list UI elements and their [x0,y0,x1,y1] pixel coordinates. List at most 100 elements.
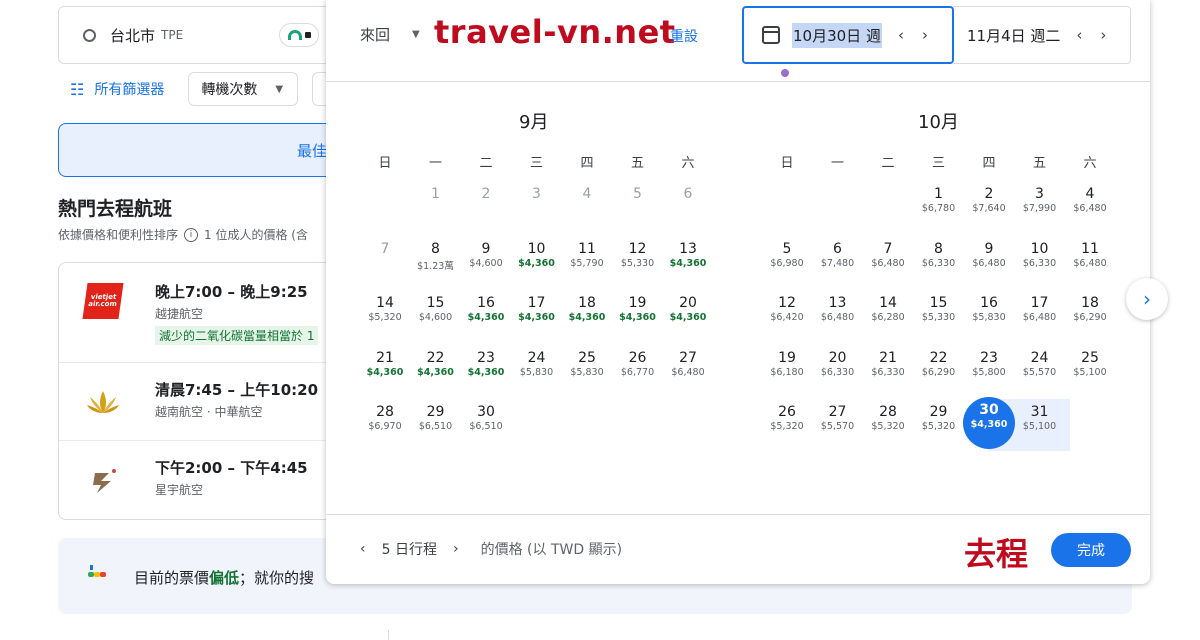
calendar-day[interactable]: 27 $6,480 [663,345,713,397]
tab-best[interactable]: 最佳 [58,123,348,177]
calendar-day[interactable]: 26 $6,770 [613,345,663,397]
calendar-day[interactable]: 22 $4,360 [411,345,461,397]
calendar-day[interactable]: 2 $7,640 [964,181,1014,233]
calendar-day[interactable]: 20 $6,330 [813,345,863,397]
calendar-day[interactable]: 6 $7,480 [813,236,863,288]
origin-field[interactable]: 台北市 TPE [58,6,358,64]
flight-airline: 星宇航空 [155,483,204,497]
calendar-day[interactable]: 18 $6,290 [1065,290,1115,342]
depart-date-text[interactable]: 10月30日 週 [792,22,882,48]
calendar-day[interactable]: 15 $5,330 [914,290,964,342]
calendar-day[interactable]: 20 $4,360 [663,290,713,342]
flight-row[interactable]: 下午2:00 – 下午4:45 星宇航空 [59,441,347,519]
weekday-label: 五 [630,156,644,171]
calendar-day[interactable]: 16 $5,830 [964,290,1014,342]
return-date-text[interactable]: 11月4日 週二 [967,25,1060,46]
calendar-day[interactable]: 17 $4,360 [512,290,562,342]
depart-date-field[interactable]: 10月30日 週 ‹ › [742,6,954,64]
extension-badge[interactable] [279,23,319,47]
calendar-day[interactable]: 19 $6,180 [762,345,812,397]
chevron-right-icon[interactable]: › [922,26,928,44]
calendar-day[interactable]: 14 $6,280 [863,290,913,342]
calendar-day[interactable]: 13 $6,480 [813,290,863,342]
calendar-day[interactable]: 27 $5,570 [813,399,863,451]
calendar-day[interactable]: 23 $4,360 [461,345,511,397]
flight-row[interactable]: 清晨7:45 – 上午10:20 越南航空 · 中華航空 [59,363,347,441]
trip-type-dropdown[interactable]: 來回 ▼ [360,24,420,45]
calendar-day[interactable]: 8 $1.23萬 [411,236,461,288]
price-insight-prefix: 目前的票價 [134,569,210,587]
price-insight-low: 偏低 [209,569,240,587]
day-number: 18 [1081,295,1099,312]
next-month-button[interactable]: › [1126,278,1168,320]
calendar-day[interactable]: 11 $6,480 [1065,236,1115,288]
calendar-day[interactable]: 16 $4,360 [461,290,511,342]
calendar-day[interactable]: 4 $6,480 [1065,181,1115,233]
calendar-day[interactable]: 21 $6,330 [863,345,913,397]
day-number: 31 [1030,404,1049,421]
calendar-day[interactable]: 14 $5,320 [360,290,410,342]
calendar-day[interactable]: 3 $7,990 [1015,181,1065,233]
calendar-day[interactable]: 28 $5,320 [863,399,913,451]
calendar-day[interactable]: 31 $5,100 [1015,399,1065,451]
calendar-day[interactable]: 12 $5,330 [613,236,663,288]
tune-icon[interactable]: ☷ [70,80,84,99]
done-button[interactable]: 完成 [1051,533,1131,567]
day-price: $5,330 [620,257,655,269]
day-number: 26 [628,349,647,366]
day-number: 29 [426,404,445,421]
calendar-day[interactable]: 13 $4,360 [663,236,713,288]
chevron-right-icon[interactable]: › [453,541,459,557]
all-filters-button[interactable]: 所有篩選器 [94,79,164,99]
calendar-day[interactable]: 10 $6,330 [1015,236,1065,288]
calendar-day[interactable]: 5 $6,980 [762,236,812,288]
calendar-day[interactable]: 12 $6,420 [762,290,812,342]
flight-row[interactable]: vietjet air.com 晚上7:00 – 晚上9:25 越捷航空 減少的… [59,263,347,363]
outbound-label: 去程 [964,535,1029,573]
calendar-day[interactable]: 7 $6,480 [863,236,913,288]
calendar-day[interactable]: 9 $6,480 [964,236,1014,288]
calendar-day[interactable]: 9 $4,600 [461,236,511,288]
day-price: $6,770 [620,366,655,378]
calendar-day: 6 [663,181,713,233]
day-number: 29 [929,404,948,421]
calendar-day[interactable]: 19 $4,360 [613,290,663,342]
day-number: 22 [929,349,948,366]
chevron-left-icon[interactable]: ‹ [1076,26,1082,44]
lotus-logo [87,391,119,413]
calendar-day[interactable]: 15 $4,600 [411,290,461,342]
calendar-day[interactable]: 25 $5,100 [1065,345,1115,397]
calendar-icon [762,26,780,44]
calendar-day[interactable]: 1 $6,780 [914,181,964,233]
calendar-day[interactable]: 26 $5,320 [762,399,812,451]
calendar-day[interactable]: 30 $6,510 [461,399,511,451]
calendar-day[interactable]: 23 $5,800 [964,345,1014,397]
day-number: 19 [628,295,647,312]
calendar-day[interactable]: 17 $6,480 [1015,290,1065,342]
calendar-day[interactable]: 30 $4,360 [963,397,1015,450]
calendar-day[interactable]: 28 $6,970 [360,399,410,451]
day-number: 1 [934,186,943,202]
calendar-day[interactable]: 24 $5,570 [1015,345,1065,397]
calendar-day[interactable]: 11 $5,790 [562,236,612,288]
calendar-day[interactable]: 24 $5,830 [512,345,562,397]
return-date-field[interactable]: 11月4日 週二 ‹ › [953,6,1131,64]
day-number: 16 [980,295,998,312]
day-price: $5,790 [570,257,604,269]
chevron-right-icon[interactable]: › [1100,26,1106,44]
calendar-day[interactable]: 25 $5,830 [562,345,612,397]
chevron-left-icon[interactable]: ‹ [360,541,366,557]
reset-button[interactable]: 重設 [670,26,698,46]
chevron-left-icon[interactable]: ‹ [898,26,904,44]
info-icon[interactable]: i [184,227,199,242]
calendar-day[interactable]: 8 $6,330 [914,236,964,288]
calendar-day[interactable]: 21 $4,360 [360,345,410,397]
calendar-day[interactable]: 18 $4,360 [562,290,612,342]
calendar-day[interactable]: 29 $6,510 [411,399,461,451]
day-price: $4,360 [467,312,505,324]
calendar-day[interactable]: 22 $6,290 [914,345,964,397]
calendar-day[interactable]: 10 $4,360 [512,236,562,288]
calendar-day[interactable]: 29 $5,320 [914,399,964,451]
day-price: $4,360 [669,312,707,324]
stops-dropdown[interactable]: 轉機次數 ▼ [188,72,299,106]
